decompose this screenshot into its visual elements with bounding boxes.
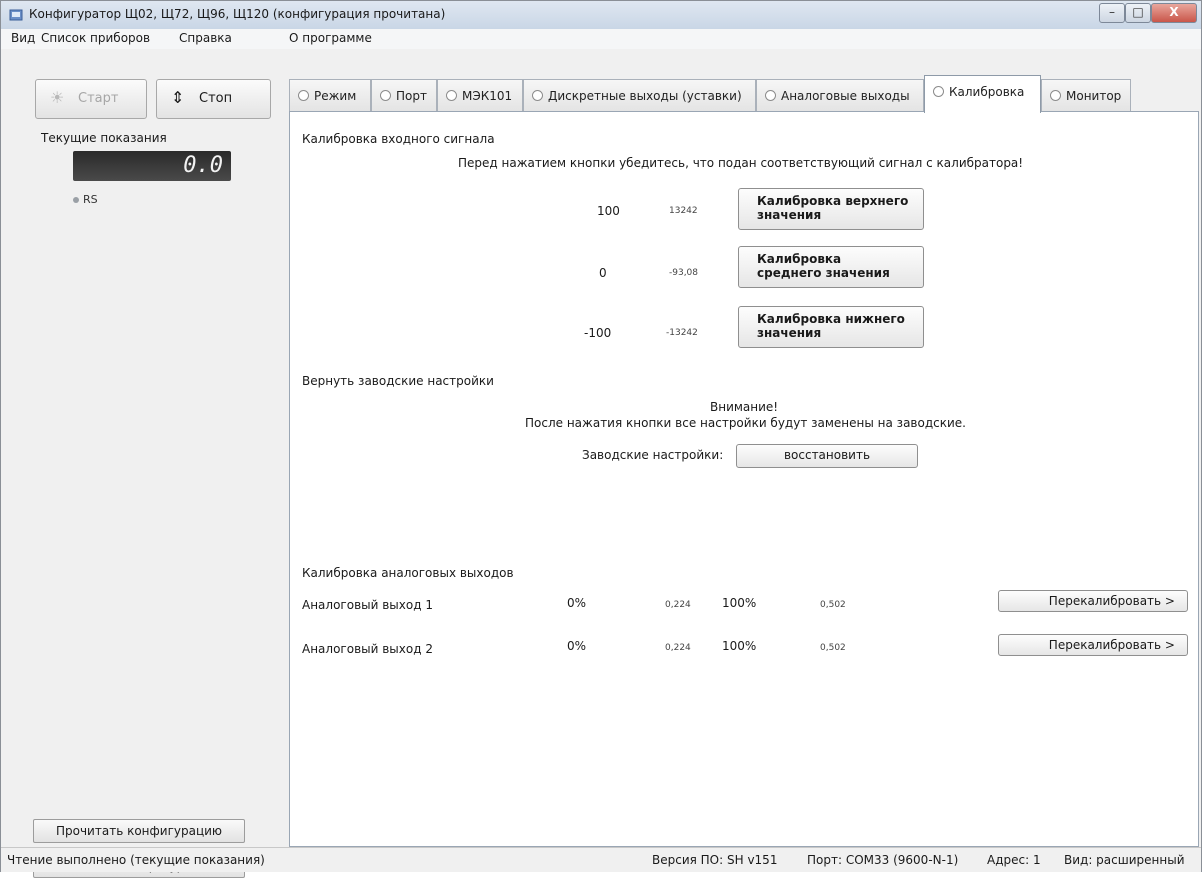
title-bar: Конфигуратор Щ02, Щ72, Щ96, Щ120 (конфиг… — [1, 1, 1201, 30]
analog-output-2-label: Аналоговый выход 2 — [302, 642, 433, 656]
calibration-warning: Перед нажатием кнопки убедитесь, что под… — [458, 156, 1024, 170]
tab-discrete-outputs[interactable]: Дискретные выходы (уставки) — [523, 79, 756, 111]
calibrate-mid-button[interactable]: Калибровка среднего значения — [738, 246, 924, 288]
reading-value: 0.0 — [183, 153, 223, 178]
restore-factory-button[interactable]: восстановить — [736, 444, 918, 468]
read-config-button[interactable]: Прочитать конфигурацию — [33, 819, 245, 843]
radio-icon — [933, 86, 944, 97]
rs-dot-icon — [73, 197, 79, 203]
button-label: значения — [757, 208, 822, 222]
tab-calibration[interactable]: Калибровка — [924, 75, 1041, 113]
tab-iec101[interactable]: МЭК101 — [437, 79, 523, 111]
analog-output-1-high-val: 0,502 — [820, 600, 846, 610]
window-title: Конфигуратор Щ02, Щ72, Щ96, Щ120 (конфиг… — [29, 7, 446, 21]
start-button[interactable]: ☀ Старт — [35, 79, 147, 119]
calibrate-high-button[interactable]: Калибровка верхнего значения — [738, 188, 924, 230]
app-icon — [9, 9, 23, 21]
recalibrate-output-2-button[interactable]: Перекалибровать > — [998, 634, 1188, 656]
button-label: Калибровка нижнего — [757, 312, 905, 326]
analog-output-2-low-pct: 0% — [567, 639, 587, 653]
setpoint-low: -100 — [584, 326, 612, 340]
setpoint-mid: 0 — [599, 266, 607, 280]
button-label: Калибровка — [757, 252, 842, 266]
tab-label: МЭК101 — [462, 89, 513, 103]
port-info: Порт: COM33 (9600-N-1) — [807, 853, 959, 867]
tab-monitor[interactable]: Монитор — [1041, 79, 1131, 111]
radio-icon — [532, 90, 543, 101]
attention-text: Внимание! — [710, 400, 779, 414]
button-label: Калибровка верхнего — [757, 194, 909, 208]
factory-note: После нажатия кнопки все настройки будут… — [525, 416, 966, 430]
analog-calibration-title: Калибровка аналоговых выходов — [302, 566, 514, 580]
start-icon: ☀ — [50, 88, 65, 107]
app-window: Конфигуратор Щ02, Щ72, Щ96, Щ120 (конфиг… — [0, 0, 1202, 878]
button-label: среднего значения — [757, 266, 890, 280]
raw-low: -13242 — [666, 328, 698, 338]
reading-display: 0.0 — [73, 151, 231, 181]
menu-bar: Вид Список приборов Справка О программе — [1, 29, 1201, 49]
tab-label: Монитор — [1066, 89, 1122, 103]
status-message: Чтение выполнено (текущие показания) — [7, 853, 265, 867]
menu-view[interactable]: Вид — [11, 31, 35, 45]
radio-icon — [765, 90, 776, 101]
menu-help[interactable]: Справка — [179, 31, 232, 45]
analog-output-2-high-pct: 100% — [722, 639, 757, 653]
calibration-panel: Калибровка входного сигнала Перед нажати… — [289, 111, 1199, 847]
current-readings-label: Текущие показания — [41, 131, 167, 145]
stop-icon: ⇕ — [171, 88, 185, 107]
input-calibration-title: Калибровка входного сигнала — [302, 132, 495, 146]
maximize-button[interactable]: □ — [1125, 3, 1151, 23]
analog-output-2-low-val: 0,224 — [665, 643, 691, 653]
setpoint-high: 100 — [597, 204, 620, 218]
tab-label: Аналоговые выходы — [781, 89, 910, 103]
stop-label: Стоп — [199, 91, 233, 106]
recalibrate-output-1-button[interactable]: Перекалибровать > — [998, 590, 1188, 612]
radio-icon — [1050, 90, 1061, 101]
calibrate-low-button[interactable]: Калибровка нижнего значения — [738, 306, 924, 348]
menu-device-list[interactable]: Список приборов — [41, 31, 150, 45]
radio-icon — [380, 90, 391, 101]
firmware-version: Версия ПО: SH v151 — [652, 853, 778, 867]
analog-output-1-low-val: 0,224 — [665, 600, 691, 610]
tab-mode[interactable]: Режим — [289, 79, 371, 111]
start-label: Старт — [78, 91, 119, 106]
analog-output-1-label: Аналоговый выход 1 — [302, 598, 433, 612]
tab-analog-outputs[interactable]: Аналоговые выходы — [756, 79, 924, 111]
button-label: значения — [757, 326, 822, 340]
factory-reset-title: Вернуть заводские настройки — [302, 374, 494, 388]
stop-button[interactable]: ⇕ Стоп — [156, 79, 271, 119]
tab-label: Калибровка — [949, 85, 1025, 99]
analog-output-1-high-pct: 100% — [722, 596, 757, 610]
status-bar: Чтение выполнено (текущие показания) Вер… — [1, 847, 1201, 872]
factory-label: Заводские настройки: — [582, 448, 724, 462]
tab-label: Режим — [314, 89, 357, 103]
view-mode: Вид: расширенный — [1064, 853, 1185, 867]
tab-port[interactable]: Порт — [371, 79, 437, 111]
tab-strip: Режим Порт МЭК101 Дискретные выходы (уст… — [289, 75, 1199, 113]
address-info: Адрес: 1 — [987, 853, 1041, 867]
tab-label: Дискретные выходы (уставки) — [548, 89, 742, 103]
radio-icon — [298, 90, 309, 101]
raw-mid: -93,08 — [669, 268, 699, 278]
tab-label: Порт — [396, 89, 427, 103]
radio-icon — [446, 90, 457, 101]
rs-indicator: RS — [73, 193, 98, 206]
rs-label: RS — [83, 193, 98, 206]
minimize-button[interactable]: – — [1099, 3, 1125, 23]
raw-high: 13242 — [669, 206, 698, 216]
analog-output-2-high-val: 0,502 — [820, 643, 846, 653]
menu-about[interactable]: О программе — [289, 31, 372, 45]
left-pane: ☀ Старт ⇕ Стоп Текущие показания 0.0 RS … — [1, 49, 286, 878]
close-button[interactable]: X — [1151, 3, 1197, 23]
analog-output-1-low-pct: 0% — [567, 596, 587, 610]
